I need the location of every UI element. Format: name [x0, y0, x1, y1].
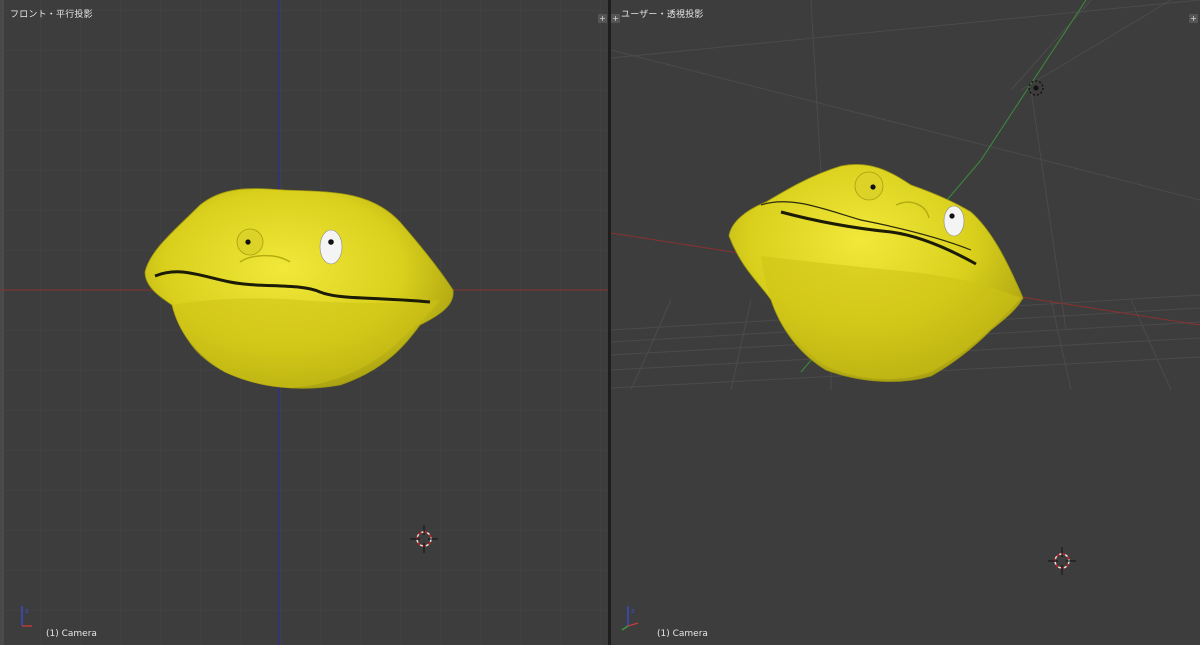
- active-object-label: (1) Camera: [46, 629, 97, 639]
- svg-text:z: z: [25, 607, 29, 615]
- viewport-split-handle[interactable]: +: [598, 14, 607, 23]
- 3d-cursor-icon[interactable]: [1048, 547, 1076, 575]
- face-mesh-object[interactable]: [728, 164, 1024, 382]
- view-title: フロント・平行投影: [10, 10, 93, 20]
- front-view-scene: z: [0, 0, 608, 645]
- svg-text:z: z: [631, 607, 635, 615]
- user-view-scene: z: [611, 0, 1200, 631]
- axis-gizmo-icon: z: [621, 606, 639, 631]
- viewport-split-handle[interactable]: +: [1189, 14, 1198, 23]
- active-object-label: (1) Camera: [657, 629, 708, 639]
- view-title: ユーザー・透視投影: [621, 10, 704, 20]
- viewport-split-handle[interactable]: +: [611, 14, 620, 23]
- user-perspective-viewport[interactable]: z ユーザー・透視投影 (1) Camera + +: [611, 0, 1200, 645]
- front-orthographic-viewport[interactable]: z フロント・平行投影 (1) Camera +: [0, 0, 608, 645]
